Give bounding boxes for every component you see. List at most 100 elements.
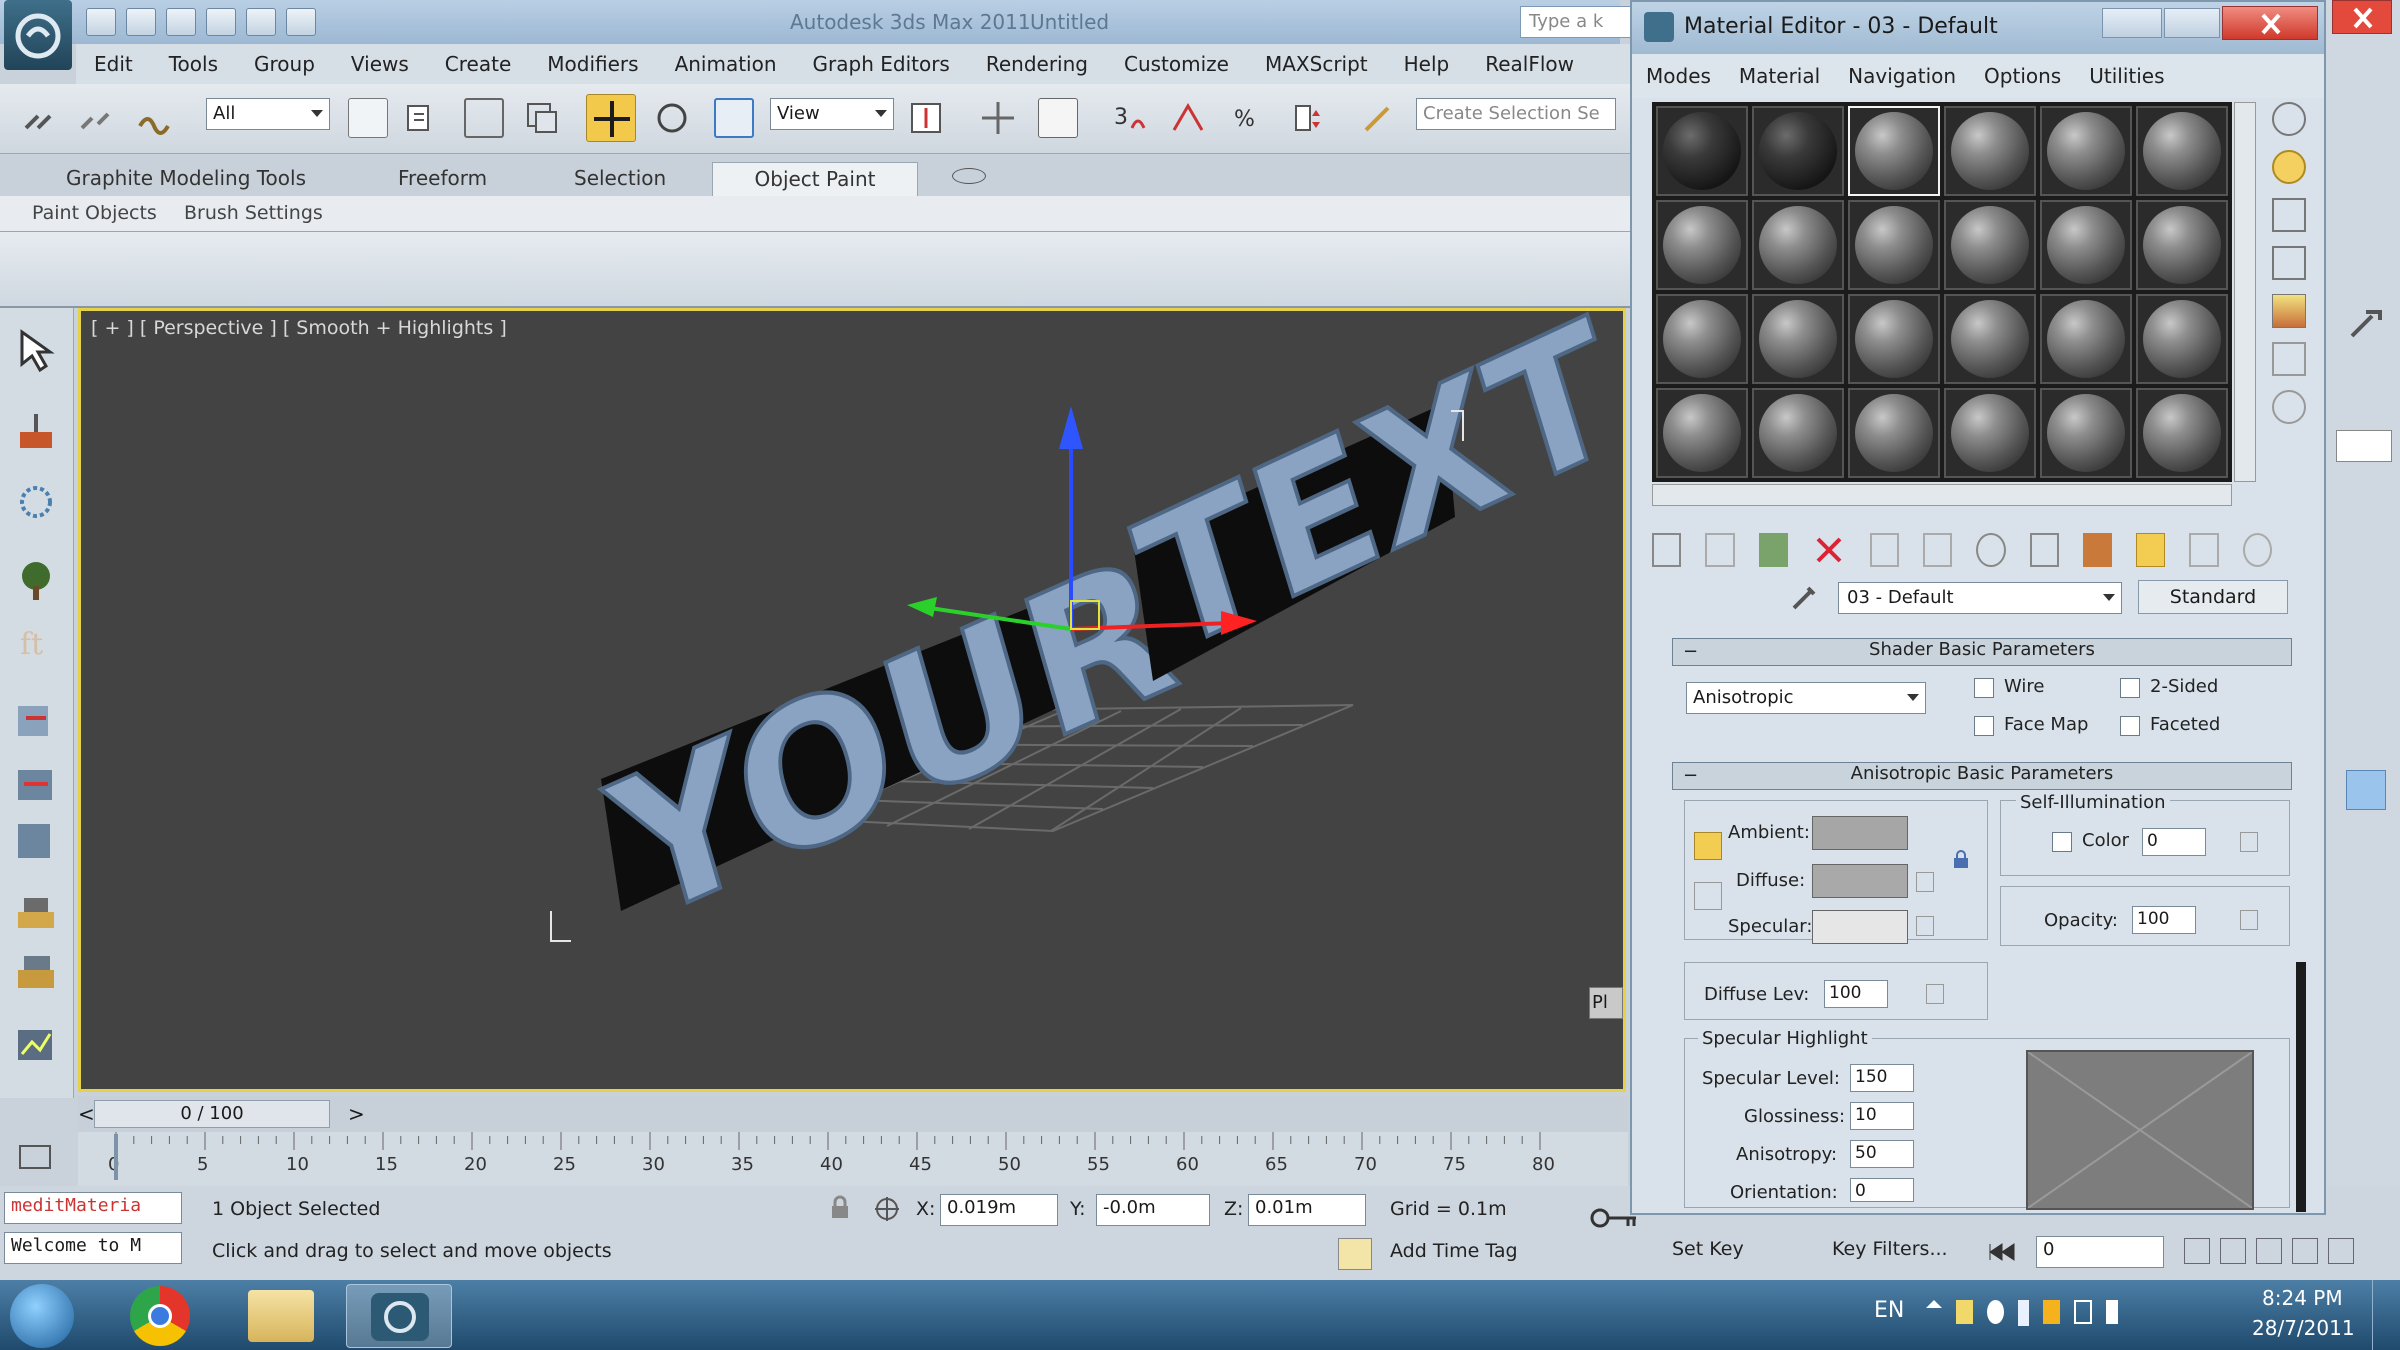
time-cursor[interactable] <box>114 1134 118 1180</box>
sample-slot[interactable] <box>2040 106 2132 196</box>
sample-slot[interactable] <box>1944 388 2036 478</box>
maximize-icon[interactable] <box>2164 8 2220 38</box>
paint-object-fill-icon[interactable] <box>12 762 60 810</box>
go-forward-sibling-icon[interactable] <box>2242 533 2272 567</box>
close-icon[interactable] <box>2332 0 2392 34</box>
chrome-icon[interactable] <box>130 1286 190 1346</box>
scatter-icon[interactable] <box>12 478 60 526</box>
opacity-spinner[interactable]: 100 <box>2132 906 2196 934</box>
show-desktop-button[interactable] <box>2372 1280 2400 1350</box>
maxscript-listener-line1[interactable]: meditMateria <box>4 1192 182 1224</box>
video-color-check-icon[interactable] <box>2272 294 2306 328</box>
paint-object-stack-icon[interactable] <box>12 698 60 746</box>
maxscript-listener-line2[interactable]: Welcome to M <box>4 1232 182 1264</box>
me-menu-options[interactable]: Options <box>1984 64 2061 88</box>
sample-slot[interactable] <box>1848 388 1940 478</box>
language-indicator[interactable]: EN <box>1874 1298 1904 1323</box>
paint-object-offset-icon[interactable] <box>12 818 60 866</box>
background-icon[interactable] <box>2272 198 2306 232</box>
sample-slot[interactable] <box>1944 106 2036 196</box>
unlink-selection-icon[interactable] <box>74 98 114 138</box>
self-illum-color-checkbox[interactable] <box>2052 832 2072 852</box>
menu-rendering[interactable]: Rendering <box>986 52 1088 76</box>
set-key-button[interactable]: Set Key <box>1672 1238 1744 1260</box>
select-and-rotate-icon[interactable] <box>652 98 692 138</box>
save-file-icon[interactable] <box>166 8 196 36</box>
me-menu-modes[interactable]: Modes <box>1646 64 1711 88</box>
ambient-color-swatch[interactable] <box>1812 816 1908 850</box>
show-map-in-viewport-icon[interactable] <box>2083 533 2113 567</box>
clock-date[interactable]: 28/7/2011 <box>2252 1316 2355 1340</box>
command-panel-dropdown[interactable] <box>2336 430 2392 462</box>
spinner-snap-icon[interactable] <box>1288 98 1328 138</box>
project-folder-icon[interactable] <box>286 8 316 36</box>
slots-horizontal-scrollbar[interactable] <box>1652 484 2232 506</box>
brush-layers-icon[interactable] <box>12 888 60 936</box>
bind-to-space-warp-icon[interactable] <box>134 98 174 138</box>
time-slider-thumb[interactable]: 0 / 100 <box>94 1100 330 1128</box>
sample-slot[interactable] <box>2136 200 2228 290</box>
lock-icon[interactable] <box>826 1194 854 1222</box>
time-slider-prev[interactable]: < <box>78 1102 95 1126</box>
menu-animation[interactable]: Animation <box>675 52 777 76</box>
snaps-toggle-icon[interactable]: 3 <box>1110 98 1150 138</box>
subtab-paint-objects[interactable]: Paint Objects <box>32 202 157 224</box>
sample-slot[interactable] <box>1752 294 1844 384</box>
open-file-icon[interactable] <box>126 8 156 36</box>
material-editor-scrollbar[interactable] <box>2296 962 2306 1212</box>
make-copy-icon[interactable] <box>1869 533 1900 567</box>
wire-checkbox[interactable] <box>1974 678 1994 698</box>
shader-type-dropdown[interactable]: Anisotropic <box>1686 682 1926 714</box>
paint-brush-icon[interactable] <box>12 408 60 456</box>
add-time-tag[interactable]: Add Time Tag <box>1390 1240 1518 1262</box>
paint-graph-icon[interactable] <box>12 1020 60 1068</box>
sample-slot[interactable] <box>2136 294 2228 384</box>
select-and-move-icon[interactable] <box>586 94 636 142</box>
network-icon[interactable] <box>2073 1300 2092 1324</box>
sample-slot[interactable] <box>1656 388 1748 478</box>
absolute-mode-icon[interactable] <box>872 1194 902 1224</box>
lock-icon[interactable] <box>1950 848 1972 870</box>
viewport-side-tab[interactable]: Pl <box>1589 987 1623 1019</box>
shader-basic-rollout[interactable]: − Shader Basic Parameters <box>1672 638 2292 666</box>
text-object-your[interactable]: YOUR <box>588 510 1197 970</box>
go-to-parent-icon[interactable] <box>2189 533 2219 567</box>
two-sided-checkbox[interactable] <box>2120 678 2140 698</box>
angle-snap-icon[interactable] <box>1168 98 1208 138</box>
self-illum-map-button[interactable] <box>2240 832 2258 852</box>
percent-snap-icon[interactable]: % <box>1228 98 1268 138</box>
anisotropic-basic-rollout[interactable]: − Anisotropic Basic Parameters <box>1672 762 2292 790</box>
clock-time[interactable]: 8:24 PM <box>2262 1286 2343 1310</box>
faceted-checkbox[interactable] <box>2120 716 2140 736</box>
face-map-checkbox[interactable] <box>1974 716 1994 736</box>
me-menu-utilities[interactable]: Utilities <box>2089 64 2164 88</box>
backlight-icon[interactable] <box>2272 150 2306 184</box>
sample-slot[interactable] <box>1848 200 1940 290</box>
time-slider-next[interactable]: > <box>348 1102 365 1126</box>
select-and-link-icon[interactable] <box>18 98 58 138</box>
lock-ambient-diffuse-icon[interactable] <box>1694 832 1722 860</box>
current-frame-field[interactable]: 0 <box>2036 1236 2164 1268</box>
make-preview-icon[interactable] <box>2272 342 2306 376</box>
material-editor-window[interactable]: Material Editor - 03 - Default Modes Mat… <box>1630 0 2326 1215</box>
reset-map-icon[interactable] <box>1812 533 1846 567</box>
start-button[interactable] <box>10 1284 74 1348</box>
specular-map-button[interactable] <box>1916 916 1934 936</box>
anisotropy-spinner[interactable]: 50 <box>1850 1140 1914 1168</box>
tab-object-paint[interactable]: Object Paint <box>712 162 918 196</box>
sample-slot[interactable] <box>1656 200 1748 290</box>
flag-icon[interactable] <box>1956 1300 1973 1324</box>
glossiness-spinner[interactable]: 10 <box>1850 1102 1914 1130</box>
diffuse-level-map-button[interactable] <box>1926 984 1944 1004</box>
slots-vertical-scrollbar[interactable] <box>2234 102 2256 482</box>
options-icon[interactable] <box>2272 390 2306 424</box>
opacity-map-button[interactable] <box>2240 910 2258 930</box>
redo-icon[interactable] <box>246 8 276 36</box>
menu-group[interactable]: Group <box>254 52 315 76</box>
cursor-select-icon[interactable] <box>12 326 60 374</box>
sample-slot[interactable] <box>2040 294 2132 384</box>
undo-icon[interactable] <box>206 8 236 36</box>
perspective-viewport[interactable]: [ + ] [ Perspective ] [ Smooth + Highlig… <box>78 308 1626 1092</box>
rectangular-selection-icon[interactable] <box>464 98 504 138</box>
ribbon-toggle-icon[interactable] <box>952 168 986 184</box>
